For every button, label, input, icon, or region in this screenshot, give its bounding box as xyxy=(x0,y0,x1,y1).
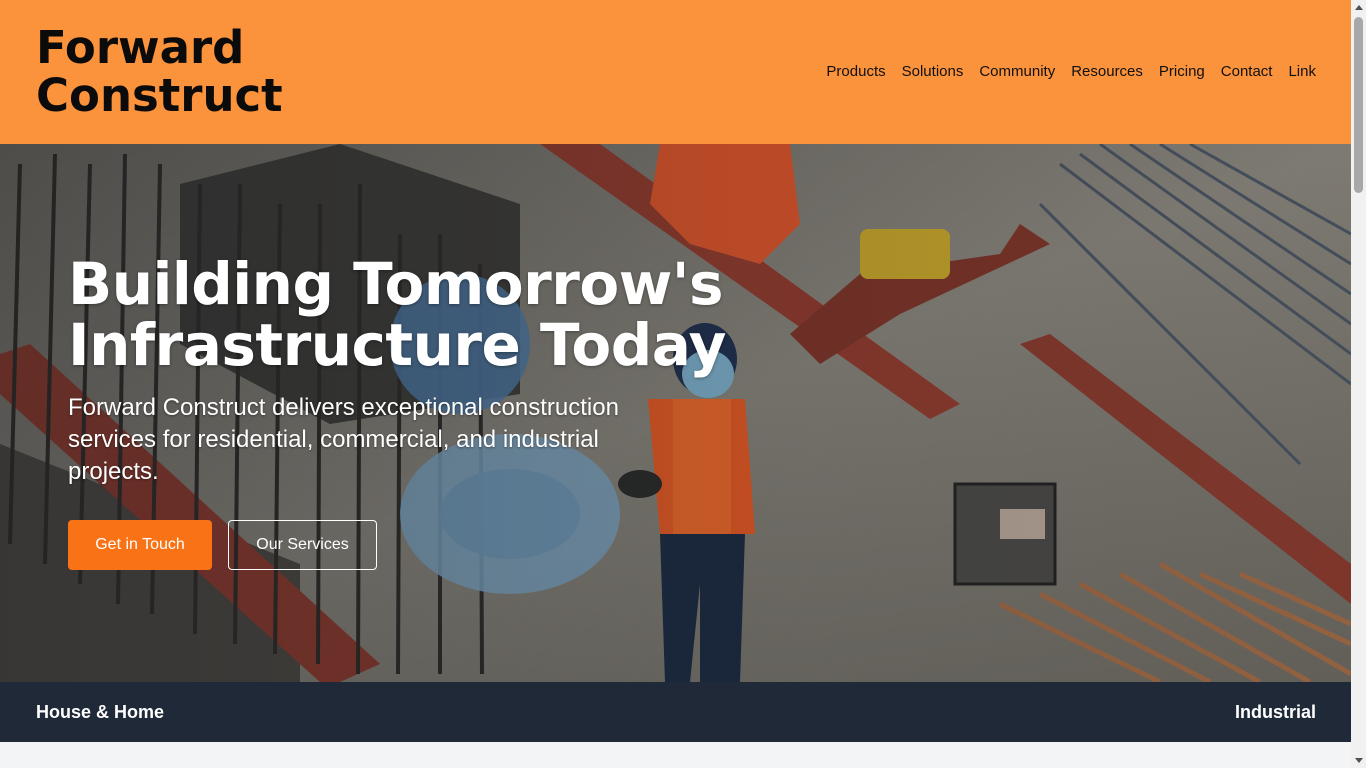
category-bar: House & Home Industrial xyxy=(0,682,1351,742)
content-area xyxy=(0,742,1351,768)
hero-section: Building Tomorrow's Infrastructure Today… xyxy=(0,144,1351,682)
vertical-scrollbar[interactable] xyxy=(1351,0,1366,768)
nav-item-pricing[interactable]: Pricing xyxy=(1159,62,1205,82)
hero-title: Building Tomorrow's Infrastructure Today xyxy=(68,250,726,379)
main-nav: Products Solutions Community Resources P… xyxy=(826,62,1316,82)
get-in-touch-button[interactable]: Get in Touch xyxy=(68,520,212,570)
nav-item-contact[interactable]: Contact xyxy=(1221,62,1273,82)
site-logo[interactable]: Forward Construct xyxy=(36,24,316,120)
nav-item-community[interactable]: Community xyxy=(979,62,1055,82)
hero-subtitle: Forward Construct delivers exceptional c… xyxy=(68,394,619,485)
category-house-home[interactable]: House & Home xyxy=(36,701,164,723)
caret-down-icon[interactable] xyxy=(1351,753,1366,768)
our-services-button[interactable]: Our Services xyxy=(228,520,377,570)
site-header: Forward Construct Products Solutions Com… xyxy=(0,0,1351,144)
nav-item-products[interactable]: Products xyxy=(826,62,885,82)
caret-up-icon[interactable] xyxy=(1351,0,1366,15)
nav-item-solutions[interactable]: Solutions xyxy=(902,62,964,82)
category-industrial[interactable]: Industrial xyxy=(1235,701,1316,723)
nav-item-link[interactable]: Link xyxy=(1288,62,1316,82)
scrollbar-thumb[interactable] xyxy=(1354,17,1363,193)
nav-item-resources[interactable]: Resources xyxy=(1071,62,1143,82)
page: Forward Construct Products Solutions Com… xyxy=(0,0,1351,768)
